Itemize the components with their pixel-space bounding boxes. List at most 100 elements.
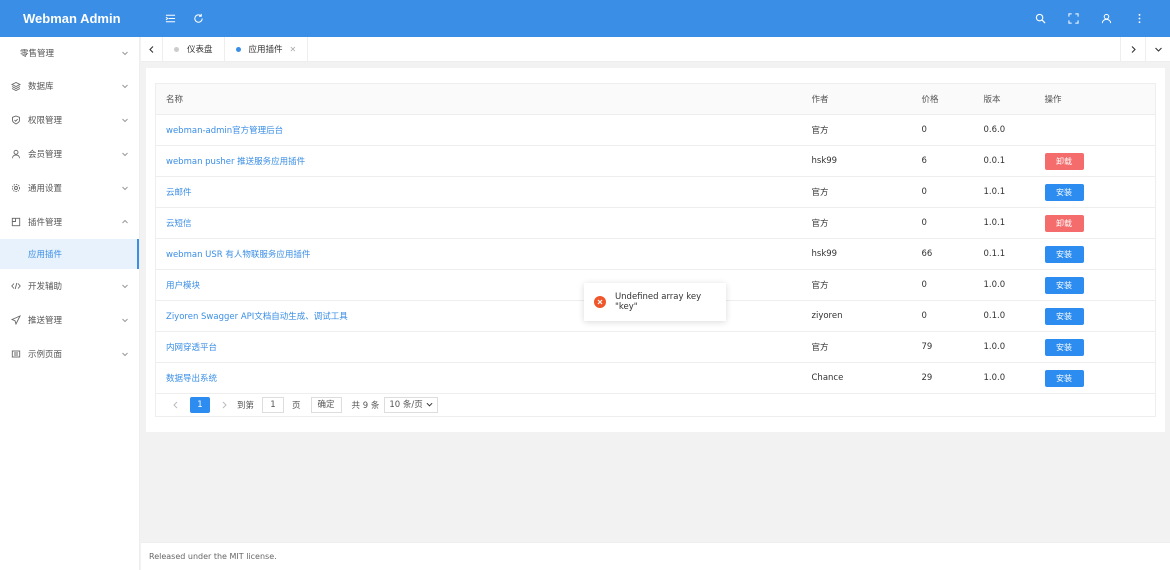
refresh-icon[interactable] bbox=[184, 0, 212, 37]
app-logo: Webman Admin bbox=[23, 11, 121, 26]
plugin-name-link[interactable]: webman USR 有人物联服务应用插件 bbox=[155, 238, 812, 270]
column-header-name: 名称 bbox=[155, 83, 812, 115]
uninstall-button[interactable]: 卸载 bbox=[1044, 152, 1084, 170]
plugin-name-link[interactable]: 云邮件 bbox=[155, 176, 812, 208]
plugin-actions: 卸载 bbox=[1044, 207, 1156, 239]
chevron-down-icon bbox=[121, 116, 129, 124]
plugin-name-link[interactable]: 数据导出系统 bbox=[155, 362, 812, 394]
chevron-down-icon bbox=[121, 350, 129, 358]
gear-icon bbox=[11, 183, 21, 193]
plugin-author: 官方 bbox=[811, 331, 922, 363]
plugin-author: Chance bbox=[811, 362, 922, 394]
plugin-name[interactable]: webman USR 有人物联服务应用插件 bbox=[166, 250, 310, 260]
database-icon bbox=[11, 81, 21, 91]
goto-label: 到第 bbox=[237, 400, 255, 411]
sidebar-item-label: 通用设置 bbox=[28, 184, 63, 194]
plugin-actions bbox=[1044, 114, 1156, 146]
page-size-select[interactable]: 10 条/页 bbox=[384, 396, 438, 413]
close-icon[interactable]: ✕ bbox=[290, 45, 297, 54]
user-icon[interactable] bbox=[1090, 0, 1123, 37]
uninstall-button[interactable]: 卸载 bbox=[1044, 214, 1084, 232]
plugin-name[interactable]: Ziyoren Swagger API文档自动生成、调试工具 bbox=[166, 312, 348, 322]
plugin-actions: 安装 bbox=[1044, 362, 1156, 394]
install-button[interactable]: 安装 bbox=[1044, 307, 1084, 325]
tab-app-plugins[interactable]: 应用插件 ✕ bbox=[225, 36, 309, 62]
chevron-left-icon bbox=[173, 401, 178, 408]
chevron-right-icon bbox=[1131, 46, 1136, 53]
send-icon bbox=[11, 315, 21, 325]
plugin-price: 0 bbox=[921, 269, 984, 301]
plugin-actions: 安装 bbox=[1044, 176, 1156, 208]
sidebar-item-retail[interactable]: 零售管理 bbox=[0, 37, 139, 69]
plugin-name[interactable]: webman-admin官方管理后台 bbox=[166, 126, 283, 136]
plugin-version: 0.1.1 bbox=[983, 238, 1045, 270]
plugins-table: 名称 作者 价格 版本 操作 webman-admin官方管理后台 官方 0 0.6.… bbox=[155, 83, 1156, 394]
plugin-name-link[interactable]: webman-admin官方管理后台 bbox=[155, 114, 812, 146]
goto-page-input[interactable]: 1 bbox=[262, 396, 285, 413]
plugin-version: 1.0.1 bbox=[983, 207, 1045, 239]
tab-menu-button[interactable] bbox=[1145, 37, 1170, 62]
table-row: 云短信 官方 0 1.0.1 卸载 bbox=[155, 207, 1156, 239]
plugin-author: 官方 bbox=[811, 207, 922, 239]
sidebar-item-label: 数据库 bbox=[28, 82, 54, 92]
sidebar-item-app-plugins[interactable]: 应用插件 bbox=[0, 239, 139, 269]
sidebar-item-database[interactable]: 数据库 bbox=[0, 69, 139, 103]
sidebar-item-dev-tools[interactable]: 开发辅助 bbox=[0, 269, 139, 303]
sidebar-item-plugins[interactable]: 插件管理 bbox=[0, 205, 139, 239]
column-header-price: 价格 bbox=[921, 83, 984, 115]
install-button[interactable]: 安装 bbox=[1044, 369, 1084, 387]
table-row: 内网穿透平台 官方 79 1.0.0 安装 bbox=[155, 331, 1156, 363]
sidebar-item-push[interactable]: 推送管理 bbox=[0, 303, 139, 337]
plugin-name[interactable]: 内网穿透平台 bbox=[166, 343, 217, 353]
chevron-down-icon bbox=[121, 184, 129, 192]
more-icon[interactable] bbox=[1123, 0, 1156, 37]
prev-page-button[interactable] bbox=[168, 397, 184, 413]
top-header: Webman Admin bbox=[0, 0, 1170, 37]
search-icon[interactable] bbox=[1024, 0, 1057, 37]
table-row: 数据导出系统 Chance 29 1.0.0 安装 bbox=[155, 362, 1156, 394]
page-number-current[interactable]: 1 bbox=[190, 396, 210, 413]
table-row: webman-admin官方管理后台 官方 0 0.6.0 bbox=[155, 114, 1156, 146]
install-button[interactable]: 安装 bbox=[1044, 183, 1084, 201]
chevron-left-icon bbox=[149, 45, 154, 53]
plugin-name[interactable]: webman pusher 推送服务应用插件 bbox=[166, 157, 305, 167]
error-toast: Undefined array key "key" bbox=[584, 283, 726, 321]
page-size-value: 10 条/页 bbox=[389, 399, 423, 410]
plugin-author: 官方 bbox=[811, 176, 922, 208]
plugin-name[interactable]: 数据导出系统 bbox=[166, 374, 217, 384]
tab-dashboard[interactable]: 仪表盘 bbox=[163, 36, 225, 62]
plugin-name[interactable]: 用户模块 bbox=[166, 281, 200, 291]
plugin-name[interactable]: 云邮件 bbox=[166, 188, 192, 198]
plugin-name-link[interactable]: webman pusher 推送服务应用插件 bbox=[155, 145, 812, 177]
goto-confirm-button[interactable]: 确定 bbox=[310, 396, 342, 413]
sidebar-item-settings[interactable]: 通用设置 bbox=[0, 171, 139, 205]
chevron-down-icon bbox=[426, 402, 433, 407]
tab-scroll-right-button[interactable] bbox=[1120, 37, 1145, 62]
chevron-down-icon bbox=[121, 282, 129, 290]
shield-icon bbox=[11, 115, 21, 125]
sidebar-item-permissions[interactable]: 权限管理 bbox=[0, 103, 139, 137]
plugin-name-link[interactable]: 内网穿透平台 bbox=[155, 331, 812, 363]
sidebar-item-label: 权限管理 bbox=[28, 116, 63, 126]
sidebar-item-label: 插件管理 bbox=[28, 218, 63, 228]
sidebar-item-members[interactable]: 会员管理 bbox=[0, 137, 139, 171]
user-icon bbox=[11, 149, 21, 159]
plugin-actions: 安装 bbox=[1044, 238, 1156, 270]
plugin-name[interactable]: 云短信 bbox=[166, 219, 192, 229]
sidebar-item-examples[interactable]: 示例页面 bbox=[0, 337, 139, 371]
column-header-version: 版本 bbox=[983, 83, 1045, 115]
tab-scroll-left-button[interactable] bbox=[141, 36, 163, 62]
next-page-button[interactable] bbox=[216, 397, 232, 413]
chevron-down-icon bbox=[121, 82, 129, 90]
install-button[interactable]: 安装 bbox=[1044, 245, 1084, 263]
fullscreen-icon[interactable] bbox=[1057, 0, 1090, 37]
plugin-name-link[interactable]: 云短信 bbox=[155, 207, 812, 239]
sidebar-item-label: 开发辅助 bbox=[28, 282, 63, 292]
menu-icon[interactable] bbox=[156, 0, 184, 37]
plugin-version: 0.0.1 bbox=[983, 145, 1045, 177]
sidebar-item-label: 会员管理 bbox=[28, 150, 63, 160]
install-button[interactable]: 安装 bbox=[1044, 276, 1084, 294]
plugin-price: 0 bbox=[921, 176, 984, 208]
install-button[interactable]: 安装 bbox=[1044, 338, 1084, 356]
footer: Released under the MIT license. bbox=[141, 542, 1170, 570]
